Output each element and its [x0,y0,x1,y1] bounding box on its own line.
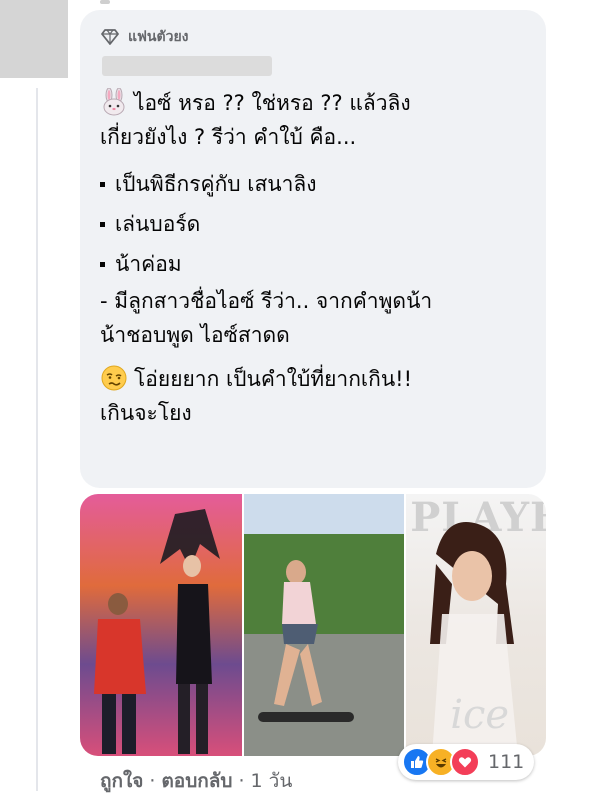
reactions-summary[interactable]: 111 [398,744,535,780]
comment-line: โอ่ยยยาก เป็นคำใบ้ที่ยากเกิน!! [100,362,528,396]
reply-action[interactable]: ตอบกลับ [161,766,232,796]
like-action[interactable]: ถูกใจ [100,766,143,796]
bullet-icon [100,221,105,227]
reaction-icons [402,747,480,777]
previous-comment-edge [100,0,110,4]
avatar-redacted[interactable] [0,0,68,78]
comment-actions: ถูกใจ · ตอบกลับ · 1 วัน [100,766,292,796]
bullet-item: เป็นพิธีกรคู่กับ เสนาลิง [100,164,528,204]
bullet-item-text: เป็นพิธีกรคู่กับ เสนาลิง [115,172,317,196]
comment-line: เกินจะโยง [100,401,192,425]
comment-line-text: ไอซ์ หรอ ?? ใช่หรอ ?? แล้วลิง [134,91,411,115]
photo-tv-show[interactable] [80,494,242,756]
comment-line-text: โอ่ยยยาก เป็นคำใบ้ที่ยากเกิน!! [134,367,413,391]
comment-line: - มีลูกสาวชื่อไอซ์ รีว่า.. จากคำพูดน้า [100,289,433,313]
reaction-count: 111 [488,751,525,773]
comment-bubble: แฟนตัวยง ไอซ์ หรอ ?? ใช่หรอ ?? แล้วลิง เ… [80,10,546,488]
magazine-name: ice [450,692,510,738]
love-icon [450,747,480,777]
photo-magazine[interactable]: PLAYBOY ice [404,494,546,756]
fan-badge[interactable]: แฟนตัวยง [100,24,528,50]
bullet-item: เล่นบอร์ด [100,204,528,244]
comment-line: เกี่ยวยังไง ? รีว่า คำใบ้ คือ... [100,125,357,149]
comment-line: น้าชอบพูด ไอซ์สาดด [100,323,290,347]
thread-line [36,88,38,791]
photo-collage[interactable]: PLAYBOY ice [80,494,546,756]
bullet-item: น้าค่อม [100,244,528,284]
fan-badge-label: แฟนตัวยง [128,29,189,45]
rabbit-face-emoji [100,87,128,116]
bullet-item-text: น้าค่อม [115,252,182,276]
separator: · [238,770,245,792]
comment-line: ไอซ์ หรอ ?? ใช่หรอ ?? แล้วลิง [100,86,528,120]
timestamp[interactable]: 1 วัน [251,766,293,796]
diamond-icon [100,27,120,47]
bullet-icon [100,181,105,187]
bullet-item-text: เล่นบอร์ด [115,212,201,236]
comment-text: ไอซ์ หรอ ?? ใช่หรอ ?? แล้วลิง เกี่ยวยังไ… [100,86,528,430]
separator: · [149,770,156,792]
author-name-redacted[interactable] [102,56,272,76]
photo-skateboard[interactable] [241,494,405,756]
bullet-icon [100,261,105,267]
woozy-face-emoji [100,364,128,392]
